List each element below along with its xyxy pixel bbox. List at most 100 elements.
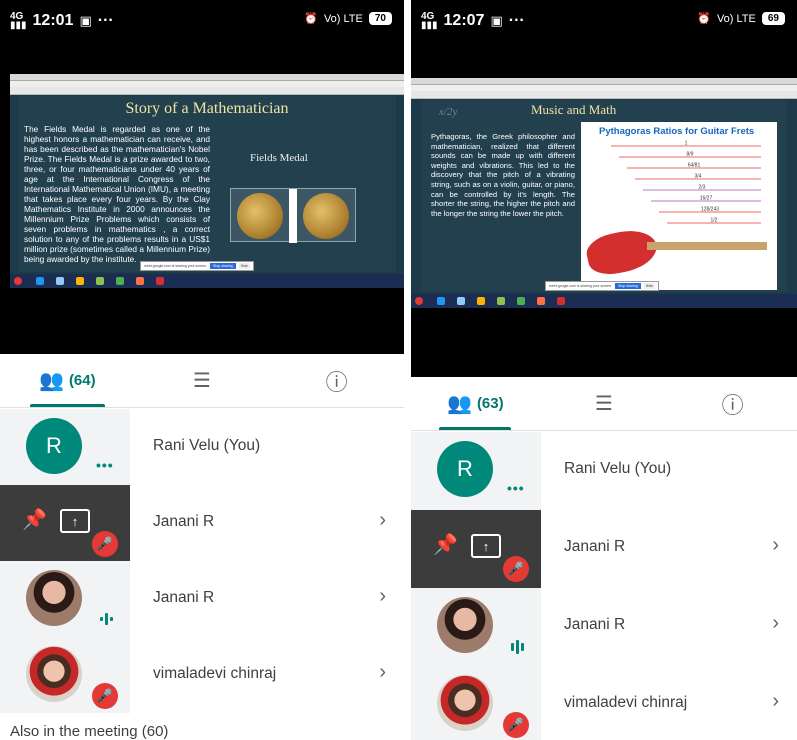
medal-back: [303, 193, 349, 239]
fret-ratio-label: 16/27: [700, 196, 713, 202]
chevron-right-icon[interactable]: ›: [379, 661, 386, 684]
app-icon: [517, 297, 525, 305]
pdf-toolbar: [411, 91, 797, 99]
people-count: (63): [476, 395, 504, 412]
stop-sharing-button[interactable]: Stop sharing: [615, 283, 641, 289]
start-icon: [14, 277, 22, 285]
tab-chat[interactable]: ☰: [540, 377, 669, 430]
screen-share-bar: meet.google.com is sharing your screen. …: [140, 261, 254, 271]
info-icon: ⓘ: [721, 392, 744, 418]
meeting-tabs: 👥 (63) ☰ ⓘ: [411, 377, 797, 431]
pin-icon: 📌: [433, 534, 458, 556]
fret-ratio-label: 128/243: [701, 207, 719, 213]
app-icon: [497, 297, 505, 305]
tab-info[interactable]: ⓘ: [269, 354, 404, 407]
chevron-right-icon[interactable]: ›: [379, 509, 386, 532]
avatar-area: 📌 ↑ 🎤: [411, 510, 541, 588]
pin-icon: 📌: [22, 509, 47, 531]
app-icon: [56, 277, 64, 285]
stop-sharing-button[interactable]: Stop sharing: [210, 263, 236, 269]
avatar-area: R •••: [0, 409, 130, 485]
participant-row[interactable]: R ••• Rani Velu (You): [0, 409, 404, 485]
chevron-right-icon[interactable]: ›: [772, 534, 779, 557]
avatar-area: [411, 588, 541, 666]
ie-icon: [437, 297, 445, 305]
participant-row[interactable]: Janani R ›: [0, 561, 404, 637]
chevron-right-icon[interactable]: ›: [379, 585, 386, 608]
chat-icon: ☰: [595, 393, 613, 415]
presentation-video: 4G ▮▮▮ 12:01 ▣ ··· ⏰ Vo) LTE 70 Story of …: [0, 0, 404, 354]
participant-name: vimaladevi chinraj: [564, 694, 688, 711]
participant-name: Janani R: [153, 513, 215, 530]
mic-off-icon: 🎤: [92, 683, 118, 709]
participant-name: Rani Velu (You): [564, 460, 672, 477]
participant-name: Janani R: [153, 589, 215, 606]
participant-name: Rani Velu (You): [153, 437, 261, 454]
tab-people[interactable]: 👥 (64): [0, 354, 135, 407]
tab-people[interactable]: 👥 (63): [411, 377, 540, 430]
folder-icon: [477, 297, 485, 305]
windows-taskbar: [10, 274, 404, 288]
participant-row[interactable]: 📌 ↑ 🎤 Janani R ›: [0, 485, 404, 561]
tab-info[interactable]: ⓘ: [668, 377, 797, 430]
participant-row[interactable]: Janani R ›: [411, 588, 797, 666]
slide-title: Story of a Mathematician: [125, 100, 289, 117]
presenting-icon: ↑: [60, 509, 90, 533]
chevron-right-icon[interactable]: ›: [772, 690, 779, 713]
avatar-area: [0, 561, 130, 637]
window-titlebar: [10, 74, 404, 81]
more-icon: ···: [97, 12, 114, 29]
windows-taskbar: [411, 294, 797, 308]
fret-ratio-label: 8/9: [687, 152, 694, 158]
participant-row[interactable]: 🎤 vimaladevi chinraj ›: [411, 666, 797, 740]
slide-body: The Fields Medal is regarded as one of t…: [24, 124, 210, 264]
fret-ratio-label: 64/81: [688, 163, 701, 169]
chevron-right-icon[interactable]: ›: [772, 612, 779, 635]
speaking-dots-icon: •••: [96, 457, 114, 473]
battery-icon: 70: [368, 12, 392, 25]
pdf-icon: [557, 297, 565, 305]
audio-level-icon: [100, 613, 113, 625]
medal-front: [237, 193, 283, 239]
avatar-area: R •••: [411, 432, 541, 510]
chat-icon: ☰: [193, 370, 211, 392]
window-titlebar: [411, 78, 797, 85]
people-icon: 👥: [447, 393, 472, 415]
participant-row[interactable]: R ••• Rani Velu (You): [411, 432, 797, 510]
lte-label: Vo) LTE: [716, 12, 756, 25]
presenting-icon: ↑: [471, 534, 501, 558]
right-screenshot: 4G ▮▮▮ 12:07 ▣ ··· ⏰ Vo) LTE 69 x/2y Musi…: [411, 0, 797, 740]
shared-screen: x/2y Music and Math Pythagoras, the Gree…: [411, 78, 797, 308]
chrome-icon: [537, 297, 545, 305]
pdf-toolbar: [10, 87, 404, 95]
audio-level-icon: [511, 640, 524, 654]
participant-name: Janani R: [564, 538, 626, 555]
start-icon: [415, 297, 423, 305]
fret-ratio-label: 1: [685, 141, 688, 147]
app-icon: [96, 277, 104, 285]
avatar-area: 📌 ↑ 🎤: [0, 485, 130, 561]
hide-button[interactable]: Hide: [643, 283, 655, 289]
participant-row[interactable]: 🎤 vimaladevi chinraj ›: [0, 637, 404, 713]
pdf-icon: [156, 277, 164, 285]
meeting-tabs: 👥 (64) ☰ ⓘ: [0, 354, 404, 408]
status-bar: 4G ▮▮▮ 12:01 ▣ ···: [10, 11, 114, 31]
fields-medal-label: Fields Medal: [250, 152, 308, 164]
app-icon: [116, 277, 124, 285]
status-right: ⏰ Vo) LTE 70: [304, 12, 392, 25]
status-right: ⏰ Vo) LTE 69: [697, 12, 785, 25]
signal-icon: 4G ▮▮▮: [10, 11, 27, 31]
tab-chat[interactable]: ☰: [135, 354, 270, 407]
also-in-meeting-heading: Also in the meeting (60): [10, 723, 169, 740]
mic-off-icon: 🎤: [92, 531, 118, 557]
participant-row[interactable]: 📌 ↑ 🎤 Janani R ›: [411, 510, 797, 588]
guitar-neck: [647, 242, 767, 250]
presentation-video: 4G ▮▮▮ 12:07 ▣ ··· ⏰ Vo) LTE 69 x/2y Musi…: [411, 0, 797, 377]
decor-fraction: x/2y: [439, 106, 458, 118]
medal-image: [230, 188, 356, 243]
chrome-icon: [136, 277, 144, 285]
people-count: (64): [68, 372, 96, 389]
hide-button[interactable]: Hide: [238, 263, 250, 269]
slide-title: Music and Math: [531, 102, 617, 117]
speaking-dots-icon: •••: [507, 480, 525, 496]
